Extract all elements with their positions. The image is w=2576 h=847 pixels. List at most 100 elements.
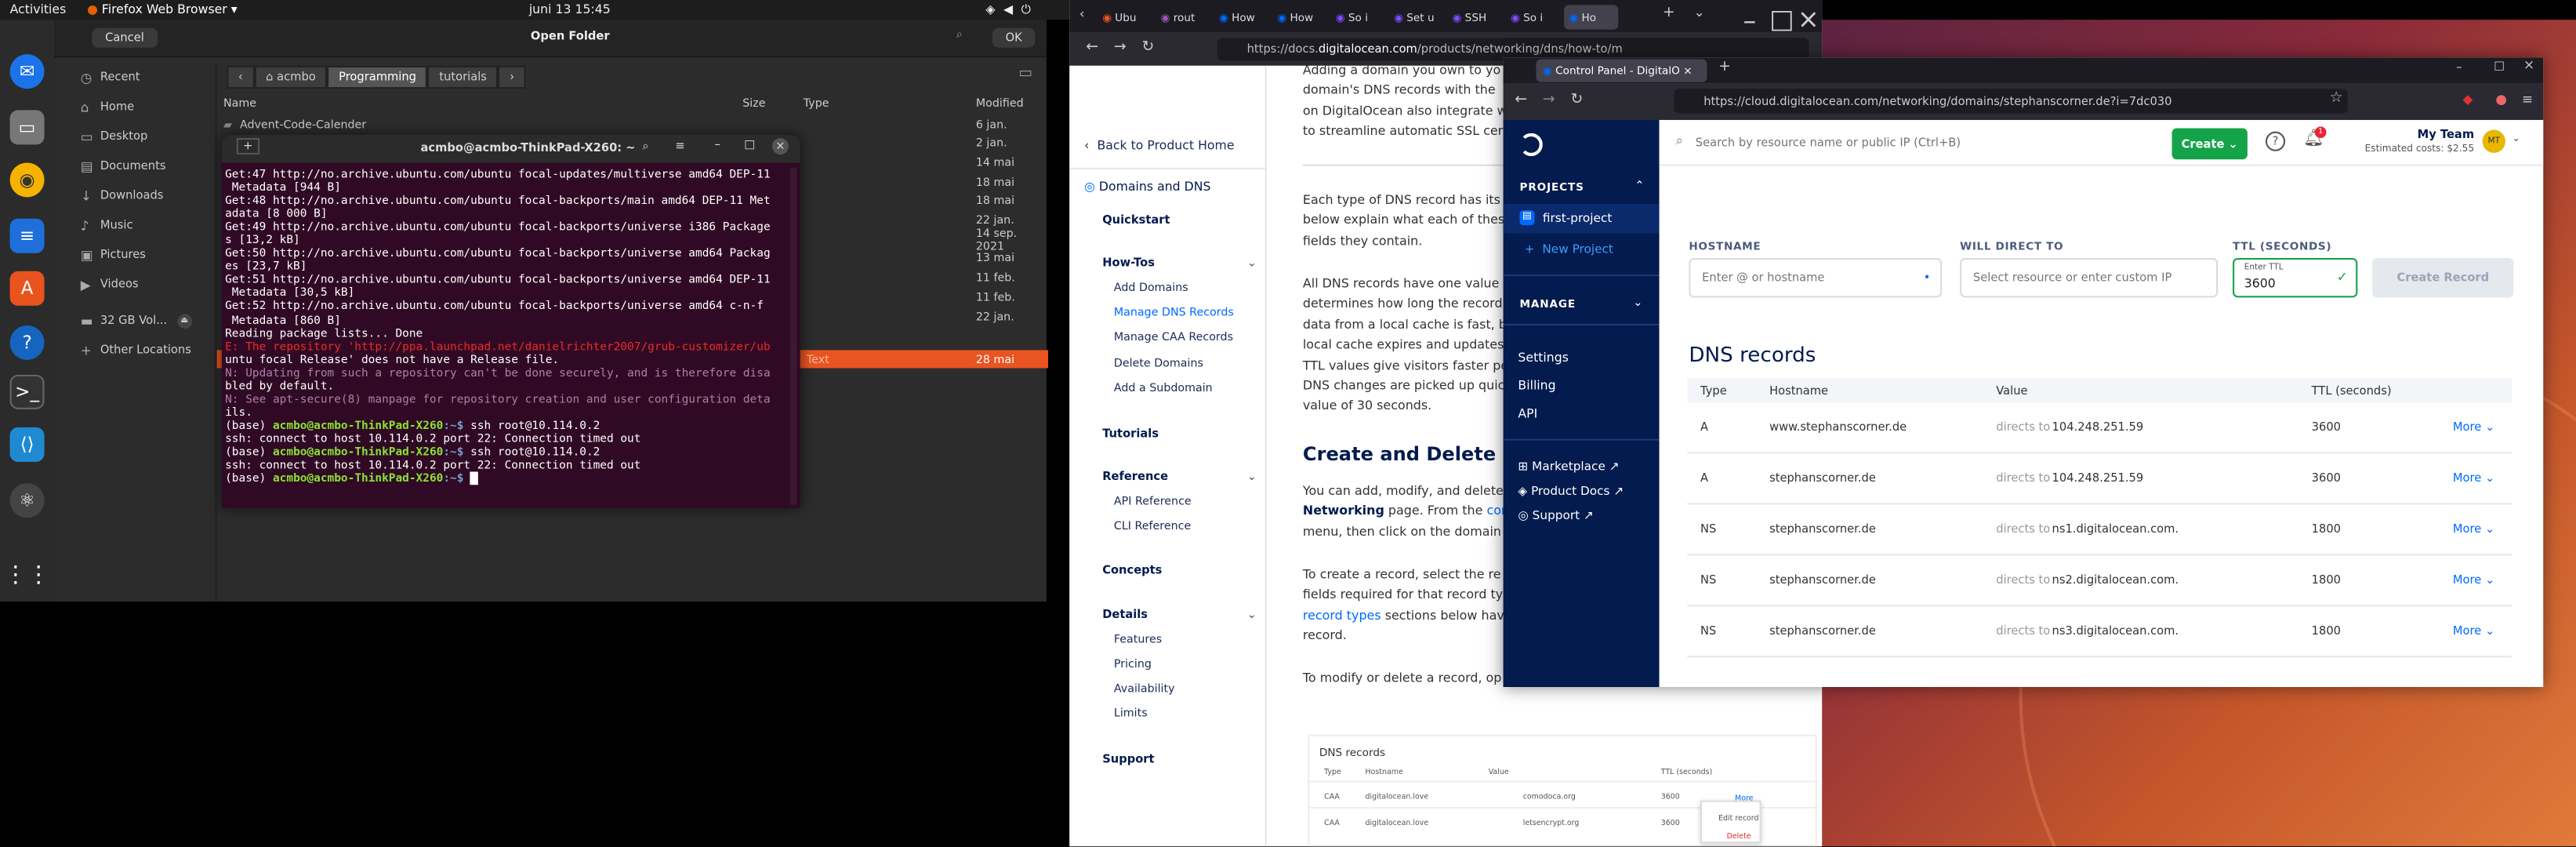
minimize-icon[interactable]: – xyxy=(2456,61,2462,75)
reload-icon[interactable]: ↻ xyxy=(1570,92,1583,108)
nav-api[interactable]: API xyxy=(1518,406,1537,421)
nav-availability[interactable]: Availability xyxy=(1114,682,1175,696)
sidebar-item-volume[interactable]: ▬ 32 GB Vol... ⏏ xyxy=(81,306,216,336)
breadcrumb-forward[interactable]: › xyxy=(498,65,526,89)
avatar[interactable]: MT xyxy=(2482,129,2505,153)
breadcrumb-tutorials[interactable]: tutorials xyxy=(427,65,499,89)
nav-howto-item[interactable]: Add a Subdomain xyxy=(1114,381,1213,394)
nav-tutorials[interactable]: Tutorials xyxy=(1102,427,1159,441)
nav-features[interactable]: Features xyxy=(1114,633,1162,646)
nav-billing[interactable]: Billing xyxy=(1518,378,1555,393)
new-project-link[interactable]: + New Project xyxy=(1525,242,1613,256)
browser-tab[interactable]: ◉ rout xyxy=(1156,5,1210,29)
atom-icon[interactable]: ⚛ xyxy=(9,483,45,518)
sidebar-item-downloads[interactable]: ↓ Downloads xyxy=(81,181,216,211)
nav-quickstart[interactable]: Quickstart xyxy=(1102,213,1170,227)
menu-icon[interactable]: ≡ xyxy=(2522,92,2533,107)
close-icon[interactable]: × xyxy=(771,138,789,154)
app-menu[interactable]: ● Firefox Web Browser ▾ xyxy=(87,2,238,16)
team-name[interactable]: My Team xyxy=(2359,128,2474,141)
breadcrumb-programming[interactable]: Programming xyxy=(327,65,428,89)
nav-reference[interactable]: Reference xyxy=(1102,470,1168,483)
sidebar-item-recent[interactable]: ◷ Recent xyxy=(81,63,216,93)
cancel-button[interactable]: Cancel xyxy=(92,27,158,48)
nav-howto-item[interactable]: Manage DNS Records xyxy=(1114,306,1234,319)
col-modified[interactable]: Modified xyxy=(976,97,1024,111)
breadcrumb-back[interactable]: ‹ xyxy=(227,65,255,89)
col-name[interactable]: Name xyxy=(223,97,256,111)
browser-tab[interactable]: ◉ Set u xyxy=(1389,5,1443,29)
close-icon[interactable]: × xyxy=(1798,3,1820,35)
browser-tab[interactable]: ◉ SSH xyxy=(1447,5,1501,29)
terminal-output[interactable]: Get:47 http://no.archive.ubuntu.com/ubun… xyxy=(225,168,793,505)
record-types-link[interactable]: record types xyxy=(1303,608,1381,623)
browser-tab[interactable]: ◉ Ho xyxy=(1564,5,1619,30)
terminal-window[interactable]: + acmbo@acmbo-ThinkPad-X260: ~ ⌕ ≡ – □ ×… xyxy=(221,134,800,508)
menu-icon[interactable]: ≡ xyxy=(675,140,684,153)
create-record-button[interactable]: Create Record xyxy=(2372,258,2514,298)
terminal-scrollbar[interactable] xyxy=(790,167,797,505)
nav-settings[interactable]: Settings xyxy=(1518,350,1568,365)
chevron-down-icon[interactable]: ⌄ xyxy=(2512,133,2520,145)
new-tab-icon[interactable]: + xyxy=(1663,5,1675,21)
browser-tab[interactable]: ◉ So i xyxy=(1506,5,1560,29)
support-link[interactable]: ◎ Support ↗ xyxy=(1518,508,1593,523)
tab-control-panel[interactable]: ◉ Control Panel - DigitalO × xyxy=(1536,59,1707,82)
files-icon[interactable]: ▭ xyxy=(9,110,45,145)
browser-tab[interactable]: ◉ Ubu xyxy=(1098,5,1152,29)
nav-support[interactable]: Support xyxy=(1102,753,1154,766)
extension-icon[interactable]: ◆ xyxy=(2462,92,2473,107)
search-icon[interactable]: ⌕ xyxy=(956,28,963,43)
nav-pricing[interactable]: Pricing xyxy=(1114,657,1152,671)
maximize-icon[interactable]: □ xyxy=(2494,59,2505,72)
close-icon[interactable]: × xyxy=(1683,64,1692,78)
search-icon[interactable]: ⌕ xyxy=(642,140,648,154)
ok-button[interactable]: OK xyxy=(992,27,1036,48)
clock[interactable]: juni 13 15:45 xyxy=(529,2,611,16)
nav-howtos[interactable]: How-Tos xyxy=(1102,256,1155,270)
rhythmbox-icon[interactable]: ◉ xyxy=(9,162,45,198)
close-icon[interactable]: × xyxy=(2523,57,2534,72)
back-icon[interactable]: ← xyxy=(1086,39,1098,56)
more-button[interactable]: More ⌄ xyxy=(2453,624,2494,638)
chevron-up-icon[interactable]: ⌃ xyxy=(1634,179,1644,192)
col-size[interactable]: Size xyxy=(742,97,765,111)
writer-icon[interactable]: ≡ xyxy=(9,218,45,253)
nav-howto-item[interactable]: Delete Domains xyxy=(1114,356,1203,369)
vscode-icon[interactable]: ⟨⟩ xyxy=(9,427,45,462)
sidebar-item-other-locations[interactable]: + Other Locations xyxy=(81,336,216,365)
help-icon[interactable]: ? xyxy=(2265,131,2286,151)
forward-icon[interactable]: → xyxy=(1114,39,1127,56)
forward-icon[interactable]: → xyxy=(1543,92,1555,108)
maximize-icon[interactable]: □ xyxy=(744,138,755,151)
chevron-down-icon[interactable]: ⌄ xyxy=(1247,256,1257,270)
search-input[interactable] xyxy=(1695,131,2139,154)
file-row[interactable]: ▰ Advent-Code-Calender 6 jan. xyxy=(217,115,1048,133)
browser-tab[interactable]: ◉ So i xyxy=(1331,5,1385,29)
product-docs-link[interactable]: ◈ Product Docs ↗ xyxy=(1518,483,1624,498)
sidebar-item-pictures[interactable]: ▣ Pictures xyxy=(81,240,216,270)
new-tab-icon[interactable]: + xyxy=(236,138,259,154)
product-section[interactable]: ◎ Domains and DNS xyxy=(1084,179,1210,194)
more-button[interactable]: More ⌄ xyxy=(2453,471,2494,485)
new-folder-icon[interactable]: ▭ xyxy=(1018,66,1032,82)
minimize-icon[interactable]: – xyxy=(1743,5,1757,36)
sidebar-item-videos[interactable]: ▶ Videos xyxy=(81,270,216,300)
tab-scroll-left-icon[interactable]: ‹ xyxy=(1079,6,1085,21)
direct-to-field[interactable]: Select resource or enter custom IP xyxy=(1960,258,2219,298)
digitalocean-logo[interactable] xyxy=(1519,133,1543,157)
nav-cli-reference[interactable]: CLI Reference xyxy=(1114,519,1191,533)
nav-limits[interactable]: Limits xyxy=(1114,707,1148,720)
sidebar-item-desktop[interactable]: ▭ Desktop xyxy=(81,122,216,151)
marketplace-link[interactable]: ⊞ Marketplace ↗ xyxy=(1518,459,1619,474)
sidebar-item-music[interactable]: ♪ Music xyxy=(81,210,216,240)
nav-howto-item[interactable]: Manage CAA Records xyxy=(1114,331,1233,344)
more-button[interactable]: More ⌄ xyxy=(2453,573,2494,587)
chevron-down-icon[interactable]: ⌄ xyxy=(1247,608,1257,621)
activities-button[interactable]: Activities xyxy=(10,2,67,16)
back-icon[interactable]: ← xyxy=(1515,92,1527,108)
col-type[interactable]: Type xyxy=(804,97,829,111)
app-center-icon[interactable]: A xyxy=(9,271,45,306)
tab-list-icon[interactable]: ⌄ xyxy=(1694,5,1705,20)
create-button[interactable]: Create ⌄ xyxy=(2171,128,2248,160)
